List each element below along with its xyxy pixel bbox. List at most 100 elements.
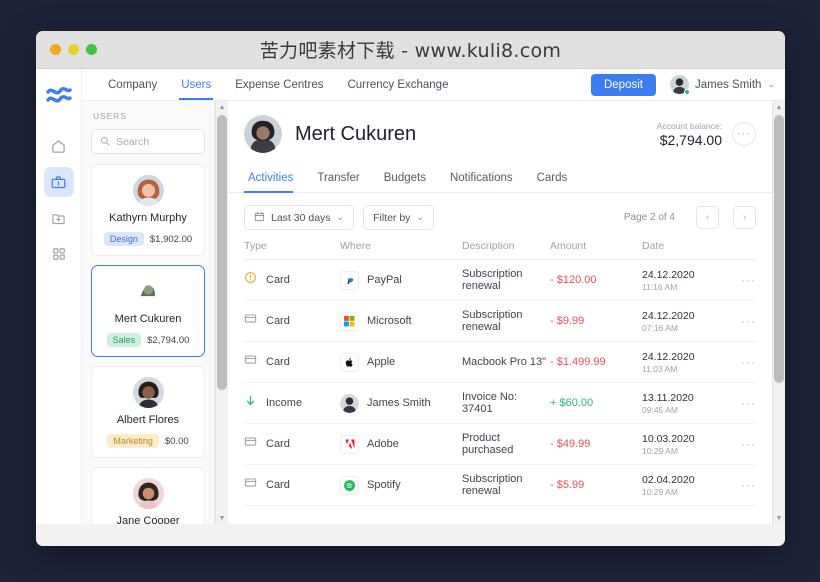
filter-by-dropdown[interactable]: Filter by ⌄ (363, 205, 434, 230)
scrollbar-thumb[interactable] (774, 115, 784, 383)
page-indicator: Page 2 of 4 (623, 212, 675, 223)
tab-notifications[interactable]: Notifications (438, 165, 525, 192)
column-header-type: Type (244, 240, 267, 252)
transaction-date: 24.12.2020 (642, 309, 695, 322)
scrollbar-track[interactable] (773, 113, 785, 512)
tab-company[interactable]: Company (96, 69, 169, 100)
app-window: 苦力吧素材下载 - www.kuli8.com Company Users Ex… (36, 31, 785, 546)
credit-card-icon (244, 312, 257, 330)
user-meta: Sales $2,794.00 (106, 333, 190, 347)
row-more-button[interactable]: ··· (730, 355, 756, 369)
alert-circle-icon (244, 271, 257, 289)
scroll-down-arrow-icon[interactable]: ▼ (219, 512, 226, 524)
chevron-down-icon: ⌄ (416, 212, 424, 222)
main-scrollbar[interactable]: ▲ ▼ (772, 101, 785, 524)
status-badge: Sales (106, 333, 142, 347)
transaction-time: 11:16 AM (642, 281, 678, 292)
top-navigation: Company Users Expense Centres Currency E… (82, 69, 785, 101)
table-row[interactable]: Card (244, 424, 756, 465)
online-status-dot (683, 89, 690, 95)
home-icon (51, 139, 66, 154)
avatar (340, 393, 359, 413)
sidebar-item-folders[interactable] (44, 203, 74, 233)
scroll-down-arrow-icon[interactable]: ▼ (776, 512, 783, 524)
tab-transfer[interactable]: Transfer (305, 165, 371, 192)
scroll-up-arrow-icon[interactable]: ▲ (219, 101, 226, 113)
row-more-button[interactable]: ··· (730, 314, 756, 328)
merchant-name: PayPal (367, 274, 402, 286)
balance-value: $2,794.00 (659, 131, 722, 148)
list-item[interactable]: Mert Cukuren Sales $2,794.00 (91, 265, 205, 357)
transaction-amount: + $60.00 (550, 397, 594, 409)
user-name: Jane Cooper (116, 515, 180, 524)
tab-currency-exchange[interactable]: Currency Exchange (335, 69, 460, 100)
close-button[interactable] (50, 44, 61, 55)
sidebar-item-home[interactable] (44, 131, 74, 161)
merchant-name: James Smith (367, 397, 431, 409)
search-box[interactable] (91, 129, 205, 154)
apple-icon (340, 352, 359, 372)
credit-card-icon (244, 435, 257, 453)
list-item[interactable]: Jane Cooper Design $762.00 (91, 467, 205, 524)
sidebar-item-business[interactable] (43, 167, 74, 197)
deposit-button[interactable]: Deposit (590, 73, 656, 96)
list-item[interactable]: Albert Flores Marketing $0.00 (91, 366, 205, 458)
merchant-name: Adobe (367, 438, 399, 450)
table-row[interactable]: Card Spotify Subscription renewal - $5.9… (244, 465, 756, 506)
table-row[interactable]: Income James Smith Invoice No: 37401 + $… (244, 383, 756, 424)
transaction-amount: - $49.99 (550, 438, 591, 450)
scrollbar-track[interactable] (216, 113, 228, 512)
arrow-down-icon (244, 394, 257, 412)
date-range-filter[interactable]: Last 30 days ⌄ (244, 205, 355, 230)
row-more-button[interactable]: ··· (730, 273, 756, 287)
transaction-amount: - $9.99 (550, 315, 585, 327)
transaction-type: Card (266, 356, 290, 368)
prev-page-button[interactable]: ‹ (696, 206, 719, 229)
row-more-button[interactable]: ··· (730, 437, 756, 451)
profile-tabs: Activities Transfer Budgets Notification… (228, 165, 772, 193)
tab-expense-centres[interactable]: Expense Centres (223, 69, 335, 100)
tab-cards[interactable]: Cards (525, 165, 580, 192)
table-row[interactable]: Card Apple Macbook Pro 13" - $1.499.99 2… (244, 342, 756, 383)
profile-more-button[interactable]: ··· (732, 122, 756, 146)
tab-activities[interactable]: Activities (244, 165, 305, 193)
user-menu[interactable]: James Smith ⌄ (669, 75, 775, 95)
search-input[interactable] (116, 135, 196, 148)
transaction-type: Card (266, 438, 290, 450)
main-pane: Mert Cukuren Account balance: $2,794.00 … (228, 101, 785, 524)
table-row[interactable]: Card PayPal Subscription renewal - $120.… (244, 260, 756, 301)
transaction-description: Macbook Pro 13" (462, 356, 547, 368)
spotify-icon (340, 475, 359, 495)
transaction-date: 13.11.2020 (642, 391, 694, 404)
avatar (669, 75, 690, 95)
user-name: Mert Cukuren (114, 313, 182, 325)
users-heading: USERS (93, 111, 127, 121)
list-item[interactable]: Kathyrn Murphy Design $1,902.00 (91, 164, 205, 256)
tab-users[interactable]: Users (169, 69, 223, 100)
transaction-type: Card (266, 479, 290, 491)
transaction-type: Card (266, 274, 290, 286)
icon-rail (36, 69, 82, 524)
page-title: Mert Cukuren (295, 122, 417, 145)
user-amount: $2,794.00 (147, 334, 190, 346)
scrollbar-thumb[interactable] (217, 115, 227, 390)
transaction-description: Product purchased (462, 432, 514, 456)
scroll-up-arrow-icon[interactable]: ▲ (776, 101, 783, 113)
account-balance: Account balance: $2,794.00 (657, 121, 722, 148)
sidebar-scrollbar[interactable]: ▲ ▼ (215, 101, 228, 524)
folder-add-icon (51, 211, 66, 226)
calendar-icon (254, 211, 265, 225)
adobe-icon (340, 434, 359, 454)
minimize-button[interactable] (68, 44, 79, 55)
transaction-time: 07:16 AM (642, 322, 678, 333)
next-page-button[interactable]: › (733, 206, 756, 229)
table-row[interactable]: Card (244, 301, 756, 342)
sidebar-item-apps[interactable] (44, 239, 74, 269)
row-more-button[interactable]: ··· (730, 396, 756, 410)
tab-budgets[interactable]: Budgets (372, 165, 438, 192)
wave-logo[interactable] (43, 81, 75, 111)
transaction-type: Income (266, 397, 303, 409)
credit-card-icon (244, 476, 257, 494)
maximize-button[interactable] (86, 44, 97, 55)
row-more-button[interactable]: ··· (730, 478, 756, 492)
